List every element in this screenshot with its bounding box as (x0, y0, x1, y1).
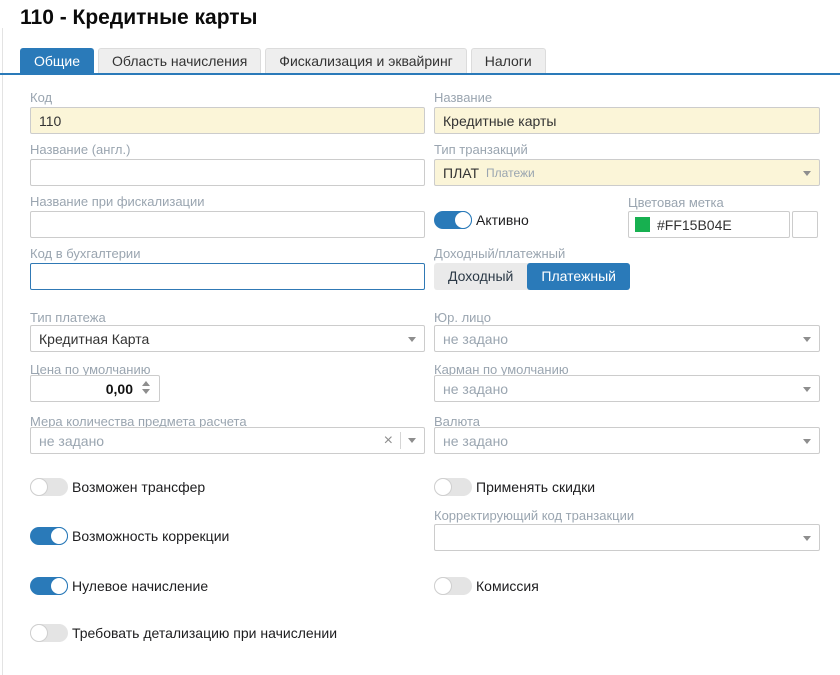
tip-platezha-value: Кредитная Карта (39, 331, 149, 347)
primenyat-skidki-toggle[interactable] (434, 478, 472, 496)
tip-tranzakcij-select[interactable]: ПЛАТ Платежи (434, 159, 820, 186)
dohodnyj-platezhnyj-segmented: Доходный Платежный (434, 263, 630, 290)
karman-po-umolchaniyu-value: не задано (443, 381, 508, 397)
dohodnyj-option-button[interactable]: Доходный (434, 263, 527, 290)
cena-po-umolchaniyu-input[interactable] (30, 375, 160, 402)
tab-oblast-nachisleniya[interactable]: Область начисления (98, 48, 261, 73)
left-edge-divider (2, 28, 3, 675)
vozmozhnost-korrekcii-label: Возможность коррекции (72, 528, 229, 544)
nazvanie-angl-input[interactable] (30, 159, 425, 186)
chevron-down-icon (408, 337, 416, 342)
yur-lico-value: не задано (443, 331, 508, 347)
primenyat-skidki-label: Применять скидки (476, 479, 595, 495)
mera-kolichestva-select[interactable]: не задано × (30, 427, 425, 454)
mera-kolichestva-value: не задано (39, 433, 104, 449)
toggle-knob (50, 527, 68, 545)
chevron-down-icon (803, 439, 811, 444)
color-dropdown-button[interactable] (792, 211, 818, 238)
page-title: 110 - Кредитные карты (20, 6, 257, 30)
kod-label: Код (30, 90, 52, 105)
yur-lico-select[interactable]: не задано (434, 325, 820, 352)
cvetovaya-metka-label: Цветовая метка (628, 195, 724, 210)
cvetovaya-metka-combo: #FF15B04E (628, 211, 818, 238)
nulevoe-nachislenie-row: Нулевое начисление (30, 577, 208, 595)
korrektiruyushchij-kod-label: Корректирующий код транзакции (434, 508, 634, 523)
color-value-field[interactable]: #FF15B04E (628, 211, 790, 238)
tip-platezha-select[interactable]: Кредитная Карта (30, 325, 425, 352)
yur-lico-label: Юр. лицо (434, 310, 491, 325)
nazvanie-pri-fiskalizacii-label: Название при фискализации (30, 194, 205, 209)
chevron-down-icon (803, 337, 811, 342)
color-swatch (635, 217, 650, 232)
chevron-down-icon (803, 536, 811, 541)
spinner-up-icon[interactable] (142, 381, 150, 386)
price-spinner[interactable] (142, 381, 150, 394)
toggle-knob (434, 577, 452, 595)
platezhnyj-option-button[interactable]: Платежный (527, 263, 630, 290)
tab-underline (0, 73, 840, 75)
toggle-knob (30, 624, 48, 642)
nazvanie-label: Название (434, 90, 492, 105)
trebovat-detalizaciyu-label: Требовать детализацию при начислении (72, 625, 337, 641)
tip-platezha-label: Тип платежа (30, 310, 106, 325)
trebovat-detalizaciyu-toggle[interactable] (30, 624, 68, 642)
valyuta-value: не задано (443, 433, 508, 449)
trebovat-detalizaciyu-row: Требовать детализацию при начислении (30, 624, 337, 642)
valyuta-select[interactable]: не задано (434, 427, 820, 454)
chevron-down-icon (408, 438, 416, 443)
komissiya-label: Комиссия (476, 578, 539, 594)
chevron-down-icon (803, 387, 811, 392)
aktivno-toggle-label: Активно (476, 212, 529, 228)
korrektiruyushchij-kod-select[interactable] (434, 524, 820, 551)
primenyat-skidki-row: Применять скидки (434, 478, 595, 496)
payment-type-form-page: 110 - Кредитные карты Общие Область начи… (0, 0, 840, 675)
nazvanie-angl-label: Название (англ.) (30, 142, 130, 157)
toggle-knob (30, 478, 48, 496)
komissiya-row: Комиссия (434, 577, 539, 595)
tip-tranzakcij-code: ПЛАТ (443, 165, 479, 181)
karman-po-umolchaniyu-select[interactable]: не задано (434, 375, 820, 402)
spinner-down-icon[interactable] (142, 389, 150, 394)
dohodnyj-platezhnyj-label: Доходный/платежный (434, 246, 565, 261)
kod-v-buhgalterii-label: Код в бухгалтерии (30, 246, 140, 261)
color-hex-value: #FF15B04E (657, 217, 732, 233)
kod-input[interactable] (30, 107, 425, 134)
tab-fiskalizaciya-i-ekvajring[interactable]: Фискализация и эквайринг (265, 48, 467, 73)
divider (400, 432, 401, 449)
nulevoe-nachislenie-toggle[interactable] (30, 577, 68, 595)
clear-icon[interactable]: × (384, 433, 393, 449)
aktivno-toggle[interactable] (434, 211, 472, 229)
tip-tranzakcij-code-hint: Платежи (486, 166, 535, 180)
nulevoe-nachislenie-label: Нулевое начисление (72, 578, 208, 594)
vozmozhnost-korrekcii-row: Возможность коррекции (30, 527, 229, 545)
tip-tranzakcij-label: Тип транзакций (434, 142, 528, 157)
vozmozhen-transfer-toggle[interactable] (30, 478, 68, 496)
tab-bar: Общие Область начисления Фискализация и … (20, 48, 546, 73)
toggle-knob (434, 478, 452, 496)
nazvanie-pri-fiskalizacii-input[interactable] (30, 211, 425, 238)
vozmozhen-transfer-label: Возможен трансфер (72, 479, 205, 495)
kod-v-buhgalterii-input[interactable] (30, 263, 425, 290)
toggle-knob (454, 211, 472, 229)
tab-nalogi[interactable]: Налоги (471, 48, 546, 73)
komissiya-toggle[interactable] (434, 577, 472, 595)
aktivno-toggle-row: Активно (434, 211, 529, 229)
tab-obshchie[interactable]: Общие (20, 48, 94, 73)
vozmozhnost-korrekcii-toggle[interactable] (30, 527, 68, 545)
toggle-knob (50, 577, 68, 595)
chevron-down-icon (803, 171, 811, 176)
nazvanie-input[interactable] (434, 107, 820, 134)
vozmozhen-transfer-row: Возможен трансфер (30, 478, 205, 496)
